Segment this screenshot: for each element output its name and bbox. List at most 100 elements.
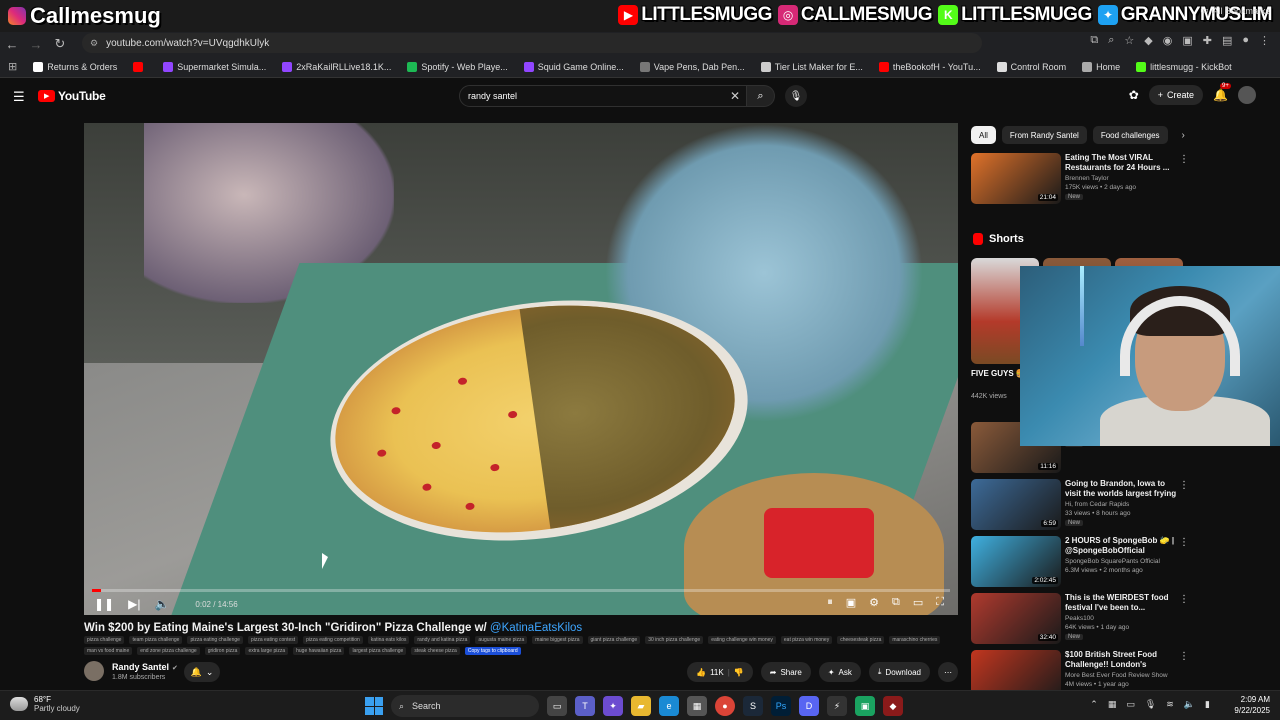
next-video-icon[interactable]: ▶| [128, 597, 140, 611]
extension-icon[interactable]: ◆ [1144, 34, 1152, 47]
app-icon[interactable]: ◆ [883, 696, 903, 716]
copilot-icon[interactable]: ✦ [603, 696, 623, 716]
download-button[interactable]: ⤓ Download [868, 662, 930, 682]
volume-icon[interactable]: 🔈 [1184, 699, 1195, 710]
voice-search-button[interactable]: 🎙 [785, 85, 807, 107]
bookmark-item[interactable]: Spotify - Web Playe... [399, 61, 515, 72]
video-title[interactable]: $100 British Street Food Challenge!! Lon… [1065, 650, 1177, 670]
video-tag[interactable]: huge hawaiian pizza [293, 647, 345, 655]
channel-name[interactable]: Randy Santel ✔ [112, 662, 178, 672]
video-tag[interactable]: pizza eating competition [303, 636, 363, 644]
video-tag[interactable]: man vs food maine [84, 647, 133, 655]
bookmark-item[interactable] [125, 61, 155, 72]
video-thumbnail[interactable]: 21:04 [971, 153, 1061, 204]
weather-widget[interactable]: 68°F Partly cloudy [10, 695, 80, 713]
video-tag[interactable]: extra large pizza [245, 647, 289, 655]
video-tag[interactable]: randy and katina pizza [414, 636, 471, 644]
search-input[interactable]: randy santel ✕ [459, 85, 747, 107]
bookmark-item[interactable]: Home [1074, 61, 1128, 72]
app-icon[interactable]: ▣ [855, 696, 875, 716]
settings-gear-icon[interactable]: ⚙ [869, 596, 879, 609]
more-dots-icon[interactable]: ⋮ [1179, 480, 1189, 491]
extension-icon[interactable]: ▣ [1182, 34, 1192, 47]
photoshop-icon[interactable]: Ps [771, 696, 791, 716]
video-tag[interactable]: giant pizza challenge [587, 636, 641, 644]
video-thumbnail[interactable]: 32:40 [971, 593, 1061, 644]
thumbs-down-icon[interactable]: 👎 [734, 668, 744, 677]
video-tag[interactable]: cheesesteak pizza [837, 636, 885, 644]
bookmark-item[interactable]: 2xRaKailRLLive18.1K... [274, 61, 399, 72]
back-icon[interactable]: ← [0, 34, 24, 54]
zoom-icon[interactable]: ⌕ [1108, 34, 1114, 47]
channel-name[interactable]: Hi, from Cedar Rapids [1065, 501, 1129, 508]
sidebar-icon[interactable]: ▤ [1222, 34, 1232, 47]
video-tag[interactable]: gridiron pizza [204, 647, 241, 655]
file-explorer-icon[interactable]: ▰ [631, 696, 651, 716]
copy-tags-button[interactable]: Copy tags to clipboard [464, 647, 521, 655]
chevron-right-icon[interactable]: › [1182, 130, 1185, 141]
taskbar-search[interactable]: ⌕ Search [391, 695, 539, 717]
network-icon[interactable]: ▦ [1108, 699, 1117, 710]
video-title[interactable]: 2 HOURS of SpongeBob 🧽 | @SpongeBobOffic… [1065, 536, 1177, 556]
wifi-icon[interactable]: ≋ [1166, 699, 1174, 710]
more-actions-button[interactable]: ⋯ [938, 662, 958, 682]
more-dots-icon[interactable]: ⋮ [1179, 154, 1189, 165]
video-tag[interactable]: end zone pizza challenge [137, 647, 200, 655]
filter-chip[interactable]: From Randy Santel [1001, 126, 1087, 144]
video-tag[interactable]: augusta maine pizza [475, 636, 528, 644]
channel-name[interactable]: SpongeBob SquarePants Official [1065, 558, 1160, 565]
video-tag[interactable]: pizza challenge [84, 636, 125, 644]
filter-chip[interactable]: All [971, 126, 996, 144]
battery-icon[interactable]: ▮ [1205, 699, 1210, 710]
bookmark-item[interactable]: Tier List Maker for E... [753, 61, 871, 72]
extensions-puzzle-icon[interactable]: ✚ [1203, 34, 1212, 47]
account-avatar[interactable] [1238, 86, 1256, 104]
video-tag[interactable]: largest pizza challenge [349, 647, 407, 655]
video-tag[interactable]: katina eats kilos [367, 636, 410, 644]
recommended-video[interactable]: 32:40 This is the WEIRDEST food festival … [971, 593, 1191, 647]
site-info-icon[interactable]: ⚙ [90, 38, 98, 49]
bookmark-item[interactable]: Control Room [989, 61, 1075, 72]
filter-chip[interactable]: Food challenges [1092, 126, 1168, 144]
like-button[interactable]: 👍 11K | 👎 [687, 662, 753, 682]
extension-icon[interactable]: ✿ [1129, 88, 1139, 102]
recommended-video[interactable]: 6:59 Going to Brandon, Iowa to visit the … [971, 479, 1191, 533]
channel-avatar[interactable] [84, 661, 104, 681]
url-field[interactable]: ⚙ youtube.com/watch?v=UVqgdhkUlyk [82, 33, 982, 53]
video-tag[interactable]: pizza eating contest [247, 636, 299, 644]
video-progress-bar[interactable] [92, 589, 950, 592]
subscribed-bell-button[interactable]: 🔔 ⌄ [184, 662, 220, 682]
apps-icon[interactable]: ⊞ [0, 60, 25, 73]
hamburger-menu-icon[interactable]: ☰ [13, 89, 25, 105]
channel-name[interactable]: More Best Ever Food Review Show [1065, 672, 1168, 679]
notifications-bell-icon[interactable]: 🔔 9+ [1213, 83, 1231, 102]
microphone-icon[interactable]: 🎙 [1145, 699, 1156, 710]
fullscreen-icon[interactable]: ⛶ [936, 596, 944, 609]
steam-icon[interactable]: S [743, 696, 763, 716]
bookmark-item[interactable]: Supermarket Simula... [155, 61, 274, 72]
autoplay-toggle-icon[interactable]: ⏸ [827, 596, 833, 609]
video-tag[interactable]: steak cheese pizza [411, 647, 460, 655]
bookmark-item[interactable]: littlesmugg - KickBot [1128, 61, 1240, 72]
discord-icon[interactable]: D [799, 696, 819, 716]
app-tray-icon[interactable]: ▭ [1126, 699, 1135, 710]
captions-icon[interactable]: ▣ [846, 596, 856, 609]
create-button[interactable]: + Create [1148, 85, 1204, 105]
video-title[interactable]: Going to Brandon, Iowa to visit the worl… [1065, 479, 1177, 499]
clear-search-icon[interactable]: ✕ [730, 89, 740, 103]
recommended-video[interactable]: 21:04 Eating The Most VIRAL Restaurants f… [971, 153, 1191, 207]
edge-icon[interactable]: e [659, 696, 679, 716]
recommended-video[interactable]: 2:02:45 2 HOURS of SpongeBob 🧽 | @SpongeB… [971, 536, 1191, 590]
bookmark-item[interactable]: theBookofH - YouTu... [871, 61, 989, 72]
ask-button[interactable]: ✦ Ask [818, 662, 861, 682]
reload-icon[interactable]: ↻ [48, 34, 72, 54]
channel-name[interactable]: Peaks100 [1065, 615, 1094, 622]
bookmark-item[interactable]: Returns & Orders [25, 61, 125, 72]
extension-icon[interactable]: ◉ [1163, 34, 1173, 47]
teams-icon[interactable]: T [575, 696, 595, 716]
bookmark-item[interactable]: Squid Game Online... [516, 61, 632, 72]
channel-name[interactable]: Brennen Taylor [1065, 175, 1109, 182]
volume-icon[interactable]: 🔈 [154, 597, 169, 611]
task-view-icon[interactable]: ▭ [547, 696, 567, 716]
miniplayer-icon[interactable]: ⧉ [892, 596, 900, 609]
